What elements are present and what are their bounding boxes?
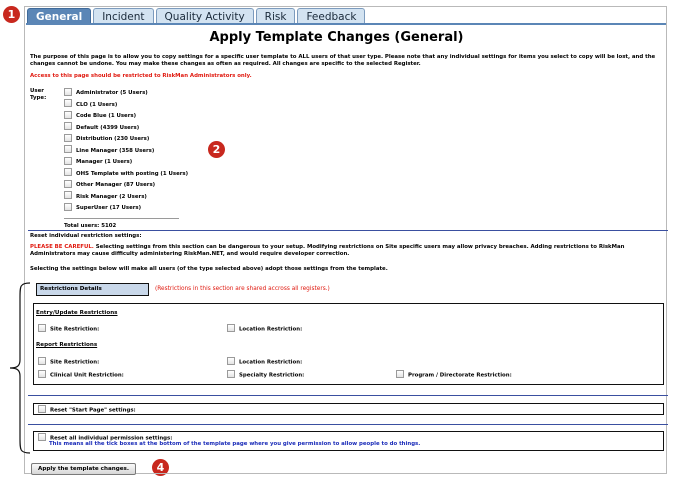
brace-path (9, 282, 31, 454)
tab-risk[interactable]: Risk (255, 8, 296, 24)
careful-text: Selecting settings from this section can… (30, 244, 625, 257)
checkbox[interactable] (64, 133, 72, 142)
restrictions-note: (Restrictions in this section are shared… (155, 286, 330, 292)
careful-lead: PLEASE BE CAREFUL. (30, 244, 94, 250)
specialty-restriction[interactable]: Specialty Restriction: (227, 370, 304, 379)
section-divider (28, 230, 668, 231)
user-type-option[interactable]: Manager (1 Users) (64, 156, 188, 169)
checkbox[interactable] (38, 405, 46, 413)
checkbox[interactable] (64, 168, 72, 176)
checkbox[interactable] (64, 156, 72, 165)
user-type-label: User Type: (30, 88, 47, 101)
section-divider (28, 395, 668, 396)
tab-bar: General Incident Quality Activity Risk F… (27, 8, 366, 24)
report-heading: Report Restrictions (36, 342, 98, 348)
user-type-option[interactable]: Line Manager (358 Users) (64, 145, 188, 158)
checkbox[interactable] (38, 324, 46, 332)
user-type-option[interactable]: Distribution (230 Users) (64, 133, 188, 146)
report-location-restriction[interactable]: Location Restriction: (227, 357, 302, 366)
checkbox[interactable] (38, 357, 46, 365)
reset-start-page-option[interactable]: Reset "Start Page" settings: (38, 405, 136, 414)
checkbox[interactable] (227, 324, 235, 332)
restrictions-panel (33, 303, 664, 385)
tab-feedback[interactable]: Feedback (297, 8, 366, 24)
checkbox[interactable] (64, 179, 72, 188)
reset-permissions-note: This means all the tick boxes at the bot… (49, 441, 421, 447)
selecting-text: Selecting the settings below will make a… (30, 266, 388, 272)
careful-warning: PLEASE BE CAREFUL. Selecting settings fr… (30, 244, 664, 258)
checkbox[interactable] (64, 202, 72, 211)
checkbox[interactable] (64, 87, 72, 96)
entry-location-restriction[interactable]: Location Restriction: (227, 324, 302, 333)
clinical-unit-restriction[interactable]: Clinical Unit Restriction: (38, 370, 124, 379)
program-directorate-restriction[interactable]: Program / Directorate Restriction: (396, 370, 512, 379)
checkbox[interactable] (396, 370, 404, 378)
user-type-option[interactable]: SuperUser (17 Users) (64, 202, 188, 215)
user-type-option[interactable]: Administrator (5 Users) (64, 87, 188, 100)
restricted-note: Access to this page should be restricted… (30, 73, 252, 79)
report-site-restriction[interactable]: Site Restriction: (38, 357, 99, 366)
restrictions-details-header: Restrictions Details (36, 283, 149, 296)
total-users: Total users: 5102 (64, 223, 117, 229)
checkbox[interactable] (64, 110, 72, 119)
checkbox[interactable] (64, 191, 72, 199)
apply-template-button[interactable]: Apply the template changes. (31, 463, 136, 475)
intro-text: The purpose of this page is to allow you… (30, 54, 656, 67)
user-type-option[interactable]: CLO (1 Users) (64, 99, 188, 112)
checkbox[interactable] (227, 357, 235, 365)
reset-heading: Reset individual restriction settings: (30, 233, 142, 239)
tab-general[interactable]: General (27, 8, 92, 24)
checkbox[interactable] (64, 145, 72, 153)
tab-incident[interactable]: Incident (93, 8, 154, 24)
user-type-option[interactable]: Risk Manager (2 Users) (64, 191, 188, 204)
tab-quality-activity[interactable]: Quality Activity (155, 8, 254, 24)
checkbox[interactable] (38, 433, 46, 441)
checkbox[interactable] (38, 370, 46, 378)
checkbox[interactable] (227, 370, 235, 378)
user-type-option[interactable]: OHS Template with posting (1 Users) (64, 168, 188, 181)
callout-marker-1: 1 (3, 6, 20, 23)
checkbox[interactable] (64, 99, 72, 107)
tab-underline (26, 23, 666, 25)
user-type-option[interactable]: Other Manager (87 Users) (64, 179, 188, 192)
user-type-option[interactable]: Default (4399 Users) (64, 122, 188, 135)
entry-update-heading: Entry/Update Restrictions (36, 310, 118, 316)
user-type-list: Administrator (5 Users) CLO (1 Users) Co… (64, 87, 188, 215)
user-type-option[interactable]: Code Blue (1 Users) (64, 110, 188, 123)
page-title: Apply Template Changes (General) (209, 30, 464, 45)
total-divider (64, 218, 179, 219)
section-divider (28, 424, 668, 425)
checkbox[interactable] (64, 122, 72, 130)
entry-site-restriction[interactable]: Site Restriction: (38, 324, 99, 333)
bracket-annotation (9, 282, 31, 454)
